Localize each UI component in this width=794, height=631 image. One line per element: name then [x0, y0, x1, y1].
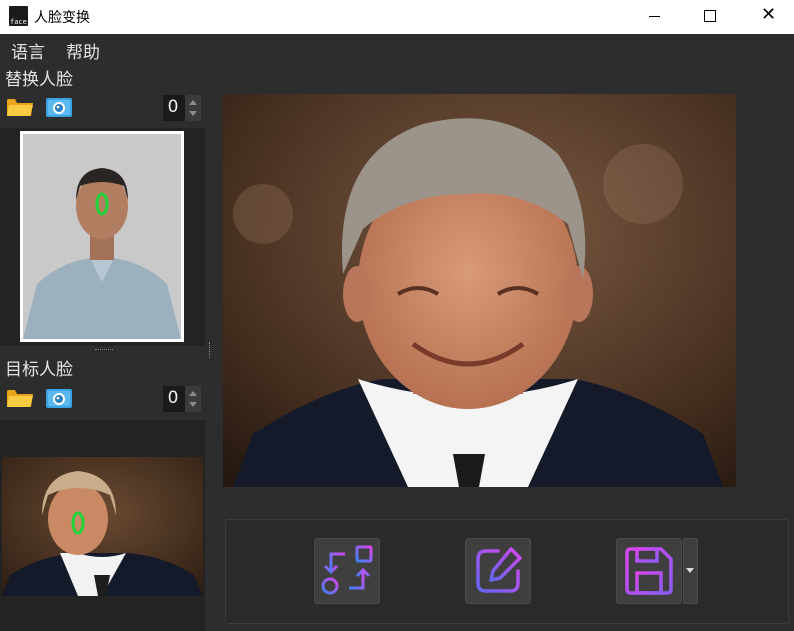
image-side-strip: [736, 94, 794, 487]
close-icon: ✕: [761, 4, 777, 25]
minimize-button[interactable]: [631, 0, 677, 34]
camera-icon[interactable]: [45, 387, 73, 409]
folder-icon[interactable]: [6, 387, 34, 409]
title-bar: face 人脸变换 ✕: [0, 0, 794, 34]
spin-down-icon[interactable]: [189, 402, 197, 407]
edit-icon: [476, 547, 522, 593]
vertical-splitter-handle[interactable]: [209, 342, 212, 358]
menu-language[interactable]: 语言: [11, 38, 45, 63]
chevron-down-icon: [686, 568, 694, 573]
minimize-icon: [649, 16, 660, 17]
spin-up-icon[interactable]: [189, 391, 197, 396]
maximize-button[interactable]: [687, 0, 733, 34]
source-face-index-spinbox[interactable]: 0: [163, 95, 201, 121]
menu-help[interactable]: 帮助: [66, 38, 100, 63]
target-face-index-spinbox[interactable]: 0: [163, 386, 201, 412]
edit-button[interactable]: [465, 538, 531, 604]
save-options-dropdown[interactable]: [683, 538, 698, 604]
window-title: 人脸变换: [34, 10, 90, 26]
result-face-photo: [223, 94, 736, 487]
target-face-photo: [2, 457, 203, 596]
result-image: [223, 94, 736, 487]
app-icon: face: [9, 6, 28, 26]
panel-splitter-handle[interactable]: [95, 349, 113, 352]
swap-face-button[interactable]: [314, 538, 380, 604]
source-face-photo: [23, 134, 181, 339]
menu-bar: 语言 帮助: [0, 34, 794, 63]
folder-icon[interactable]: [6, 96, 34, 118]
save-icon: [625, 547, 673, 595]
maximize-icon: [704, 10, 716, 22]
target-face-label: 目标人脸: [5, 360, 73, 380]
camera-icon[interactable]: [45, 96, 73, 118]
swap-icon: [321, 545, 373, 595]
spin-up-icon[interactable]: [189, 100, 197, 105]
target-face-index-value: 0: [167, 388, 179, 408]
save-button[interactable]: [616, 538, 682, 604]
close-button[interactable]: ✕: [745, 0, 791, 34]
spin-down-icon[interactable]: [189, 111, 197, 116]
source-face-label: 替换人脸: [5, 70, 73, 90]
source-face-index-value: 0: [167, 97, 179, 117]
source-photo-frame: [20, 131, 184, 342]
